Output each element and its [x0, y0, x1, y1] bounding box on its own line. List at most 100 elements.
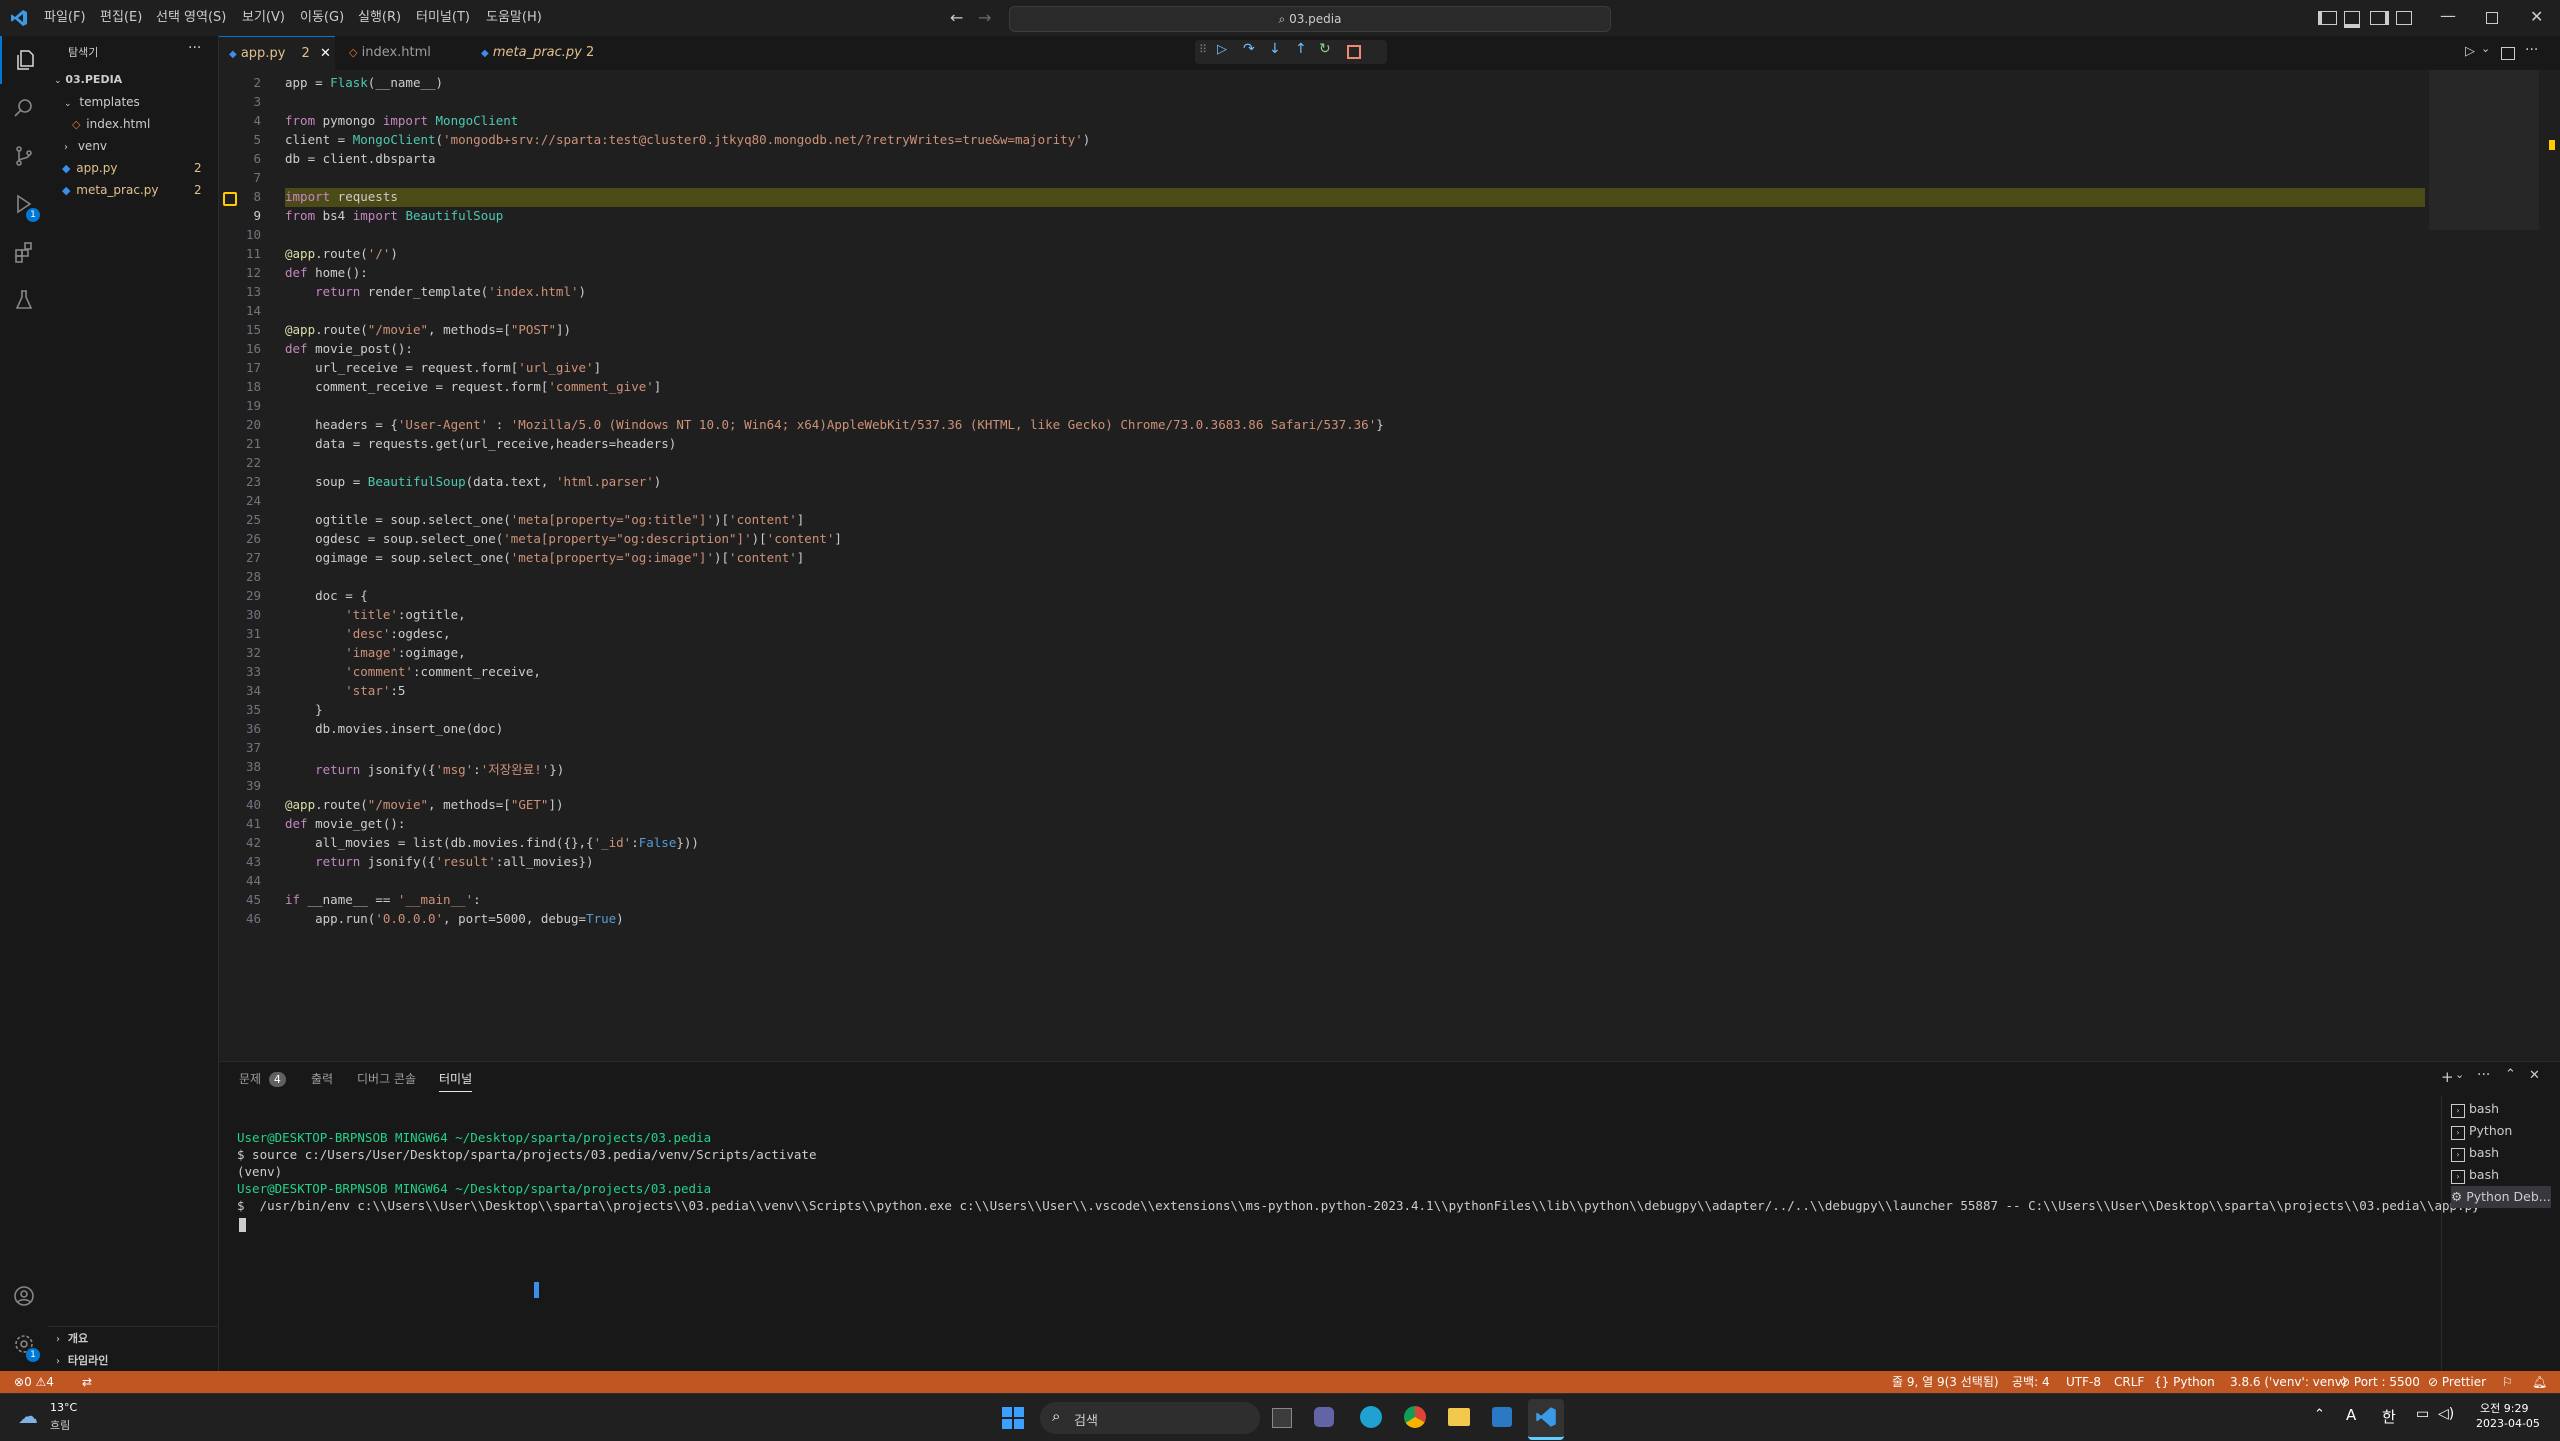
encoding[interactable]: UTF-8 [2066, 1371, 2101, 1393]
back-arrow-icon[interactable]: ← [950, 8, 963, 27]
tree-item-index-html[interactable]: ◇ index.html [48, 113, 218, 135]
show-hidden-icons-chevron[interactable]: ⌃ [2314, 1407, 2325, 1422]
timeline-section[interactable]: › 타임라인 [48, 1349, 218, 1371]
menu-selection[interactable]: 선택 영역(S) [156, 0, 226, 36]
feedback-icon[interactable]: ⚐ [2502, 1371, 2513, 1393]
tree-item-meta-prac-py[interactable]: ◆ meta_prac.py 2 [48, 179, 218, 201]
terminal-list-item[interactable]: › bash [2451, 1098, 2499, 1120]
network-icon[interactable]: ▭ [2416, 1406, 2429, 1422]
toggle-primary-sidebar-icon[interactable] [2318, 11, 2337, 25]
toggle-panel-icon[interactable] [2344, 11, 2360, 28]
volume-icon[interactable]: ◁) [2438, 1406, 2454, 1422]
run-dropdown-chevron-icon[interactable]: ⌄ [2481, 42, 2490, 55]
stop-icon[interactable] [1347, 45, 1361, 59]
prettier-status[interactable]: ⊘ Prettier [2428, 1371, 2486, 1393]
command-center-search[interactable]: ⌕ 03.pedia [1009, 6, 1611, 32]
weather-temperature[interactable]: 13°C [50, 1401, 77, 1414]
language-mode[interactable]: {} Python [2154, 1371, 2215, 1393]
settings-gear-icon[interactable]: 1 [0, 1320, 48, 1368]
tree-item-venv[interactable]: › venv [48, 135, 218, 157]
terminal-list-item[interactable]: › Python [2451, 1120, 2512, 1142]
tree-item-templates[interactable]: ⌄ templates [48, 91, 218, 113]
source-control-icon[interactable] [0, 132, 48, 180]
line-number: 31 [245, 626, 261, 641]
restore-window-icon[interactable] [2486, 12, 2498, 24]
live-share-icon[interactable]: ⇄ [82, 1371, 92, 1393]
menu-file[interactable]: 파일(F) [44, 0, 86, 36]
live-server-port[interactable]: ⊘ Port : 5500 [2340, 1371, 2420, 1393]
folder-app-icon[interactable] [1448, 1408, 1470, 1426]
minimap[interactable] [2429, 70, 2549, 230]
menu-go[interactable]: 이동(G) [300, 0, 344, 36]
tab-problems[interactable]: 문제 4 [239, 1062, 286, 1096]
code-line: app = Flask(__name__) [285, 75, 444, 90]
problems-status[interactable]: ⊗0 ⚠4 [14, 1371, 54, 1393]
indentation[interactable]: 공백: 4 [2012, 1371, 2050, 1393]
tab-badge: 2 [586, 45, 595, 60]
new-terminal-plus-icon[interactable]: + [2441, 1068, 2454, 1086]
close-panel-icon[interactable]: ✕ [2529, 1068, 2540, 1083]
ime-mode-a[interactable]: A [2346, 1406, 2356, 1424]
terminal-list-item-active[interactable]: ⚙ Python Deb... [2451, 1186, 2551, 1208]
menu-run[interactable]: 실행(R) [358, 0, 401, 36]
tab-debug-console[interactable]: 디버그 콘솔 [357, 1062, 416, 1096]
python-interpreter[interactable]: 3.8.6 ('venv': venv) [2230, 1371, 2347, 1393]
terminal-list-item[interactable]: › bash [2451, 1142, 2499, 1164]
vscode-taskbar-icon[interactable] [1528, 1399, 1564, 1440]
menu-terminal[interactable]: 터미널(T) [416, 0, 470, 36]
edge-browser-icon[interactable] [1360, 1406, 1382, 1428]
tree-item-label: venv [77, 139, 108, 153]
editor-more-actions-icon[interactable]: ··· [2525, 42, 2538, 58]
taskbar-search-box[interactable]: ⌕ 검색 [1040, 1402, 1260, 1434]
tab-terminal[interactable]: 터미널 [439, 1067, 473, 1092]
maximize-panel-icon[interactable]: ⌃ [2505, 1067, 2516, 1082]
run-python-file-icon[interactable]: ▷ [2465, 44, 2475, 59]
extensions-icon[interactable] [0, 228, 48, 276]
code-line: soup = BeautifulSoup(data.text, 'html.pa… [285, 474, 662, 489]
split-editor-icon[interactable] [2501, 47, 2515, 60]
close-tab-icon[interactable]: ✕ [320, 46, 331, 61]
clock-time[interactable]: 오전 9:29 [2480, 1400, 2528, 1416]
step-over-icon[interactable]: ↷ [1243, 41, 1255, 57]
code-editor[interactable]: 2 app = Flask(__name__) 3 4 from pymongo imp… [219, 70, 2560, 1060]
outline-section[interactable]: › 개요 [48, 1327, 218, 1349]
ime-mode-hangul[interactable]: 한 [2382, 1406, 2396, 1427]
teams-chat-app-icon[interactable] [1314, 1407, 1334, 1427]
store-app-icon[interactable] [1492, 1407, 1512, 1427]
chrome-browser-icon[interactable] [1404, 1406, 1426, 1428]
workspace-folder[interactable]: ⌄ 03.PEDIA [48, 68, 218, 90]
restart-icon[interactable]: ↻ [1319, 41, 1331, 57]
terminal-list-item[interactable]: › bash [2451, 1164, 2499, 1186]
cursor-position[interactable]: 줄 9, 열 9(3 선택됨) [1892, 1371, 1999, 1393]
line-ending[interactable]: CRLF [2114, 1371, 2144, 1393]
notifications-bell-icon[interactable]: 🔔︎ [2532, 1371, 2547, 1393]
menu-edit[interactable]: 편집(E) [100, 0, 142, 36]
drag-handle-icon[interactable]: ⠿ [1199, 43, 1207, 56]
explorer-icon[interactable] [0, 36, 50, 84]
run-debug-icon[interactable]: 1 [0, 180, 48, 228]
panel-more-actions-icon[interactable]: ··· [2477, 1067, 2490, 1083]
close-window-icon[interactable]: ✕ [2530, 7, 2543, 26]
tab-output[interactable]: 출력 [311, 1062, 333, 1096]
tab-index-html[interactable]: ◇ index.html [337, 36, 457, 70]
step-into-icon[interactable]: ↓ [1269, 41, 1281, 57]
minimize-window-icon[interactable]: — [2440, 6, 2456, 25]
windows-start-icon[interactable] [1002, 1407, 1024, 1429]
menu-view[interactable]: 보기(V) [242, 0, 285, 36]
more-actions-icon[interactable]: ··· [188, 40, 201, 56]
tree-item-app-py[interactable]: ◆ app.py 2 [48, 157, 218, 179]
testing-icon[interactable] [0, 276, 48, 324]
tab-app-py[interactable]: ◆ app.py 2 ✕ [219, 36, 335, 71]
forward-arrow-icon[interactable]: → [978, 8, 991, 27]
outline-label: 개요 [67, 1332, 89, 1345]
customize-layout-icon[interactable] [2396, 11, 2412, 25]
account-icon[interactable] [0, 1272, 48, 1320]
step-out-icon[interactable]: ↑ [1295, 41, 1307, 57]
terminal-dropdown-chevron-icon[interactable]: ⌄ [2455, 1068, 2464, 1081]
continue-icon[interactable]: ▷ [1217, 42, 1227, 57]
search-icon[interactable] [0, 84, 48, 132]
tab-meta-prac-py[interactable]: ◆ meta_prac.py 2 [469, 36, 599, 70]
menu-help[interactable]: 도움말(H) [486, 0, 542, 36]
file-explorer-app-icon[interactable] [1272, 1408, 1292, 1428]
toggle-secondary-sidebar-icon[interactable] [2370, 11, 2389, 25]
